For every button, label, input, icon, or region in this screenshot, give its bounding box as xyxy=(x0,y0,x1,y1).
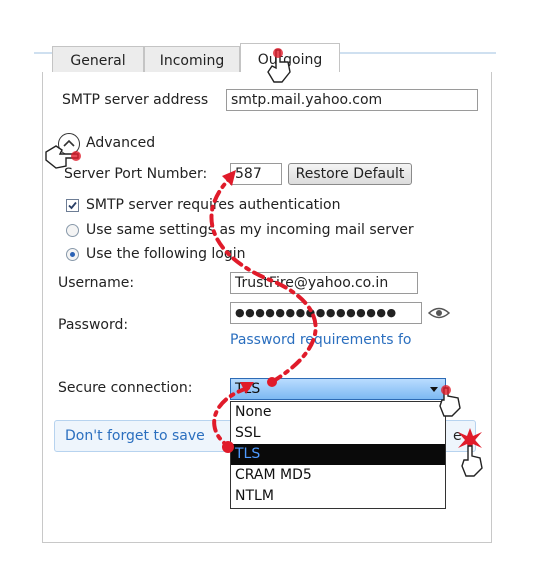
hand-cursor-icon xyxy=(461,445,483,477)
hand-cursor-icon xyxy=(45,145,81,169)
hand-cursor-icon xyxy=(439,385,461,417)
dashed-arrow-path-lower xyxy=(212,386,250,448)
dashed-arrow-path-upper xyxy=(209,176,318,384)
hand-cursor-icon xyxy=(267,48,291,83)
annotation-dot-end xyxy=(222,441,234,453)
annotation-overlay xyxy=(45,48,483,477)
annotation-dot-start xyxy=(267,377,277,387)
